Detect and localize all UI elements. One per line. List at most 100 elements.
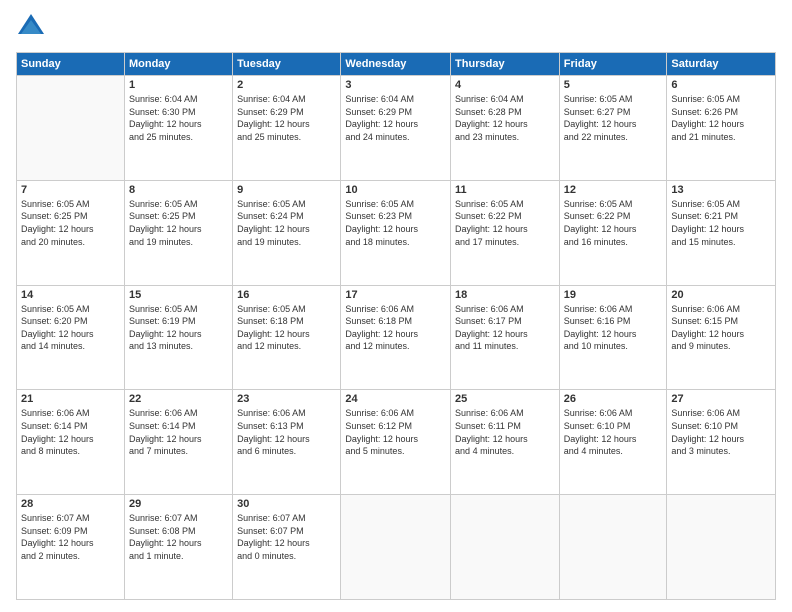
day-number: 13 <box>671 184 771 196</box>
day-number: 17 <box>345 289 446 301</box>
calendar-cell: 29Sunrise: 6:07 AMSunset: 6:08 PMDayligh… <box>124 495 232 600</box>
day-info: Sunrise: 6:06 AMSunset: 6:17 PMDaylight:… <box>455 303 555 353</box>
week-row-2: 7 Sunrise: 6:05 AMSunset: 6:25 PMDaylight… <box>17 180 776 285</box>
day-header-monday: Monday <box>124 53 232 76</box>
day-number: 6 <box>671 79 771 91</box>
day-number: 1 <box>129 79 228 91</box>
day-number: 7 <box>21 184 120 196</box>
day-header-thursday: Thursday <box>451 53 560 76</box>
week-row-4: 21 Sunrise: 6:06 AMSunset: 6:14 PMDayligh… <box>17 390 776 495</box>
page: SundayMondayTuesdayWednesdayThursdayFrid… <box>0 0 792 612</box>
day-info: Sunrise: 6:05 AMSunset: 6:26 PMDaylight:… <box>671 93 771 143</box>
day-number: 14 <box>21 289 120 301</box>
day-number: 23 <box>237 393 336 405</box>
calendar-table: SundayMondayTuesdayWednesdayThursdayFrid… <box>16 52 776 600</box>
day-info: Sunrise: 6:05 AMSunset: 6:25 PMDaylight:… <box>21 198 120 248</box>
day-number: 21 <box>21 393 120 405</box>
day-info: Sunrise: 6:06 AMSunset: 6:13 PMDaylight:… <box>237 407 336 457</box>
day-number: 9 <box>237 184 336 196</box>
day-number: 19 <box>564 289 663 301</box>
day-number: 10 <box>345 184 446 196</box>
day-number: 16 <box>237 289 336 301</box>
day-info: Sunrise: 6:06 AMSunset: 6:10 PMDaylight:… <box>671 407 771 457</box>
calendar-cell: 2 Sunrise: 6:04 AMSunset: 6:29 PMDaylight… <box>233 76 341 181</box>
day-number: 4 <box>455 79 555 91</box>
calendar-cell: 21 Sunrise: 6:06 AMSunset: 6:14 PMDayligh… <box>17 390 125 495</box>
calendar-cell: 16 Sunrise: 6:05 AMSunset: 6:18 PMDayligh… <box>233 285 341 390</box>
day-header-sunday: Sunday <box>17 53 125 76</box>
day-info: Sunrise: 6:04 AMSunset: 6:29 PMDaylight:… <box>237 93 336 143</box>
calendar-cell <box>667 495 776 600</box>
day-info: Sunrise: 6:06 AMSunset: 6:18 PMDaylight:… <box>345 303 446 353</box>
calendar-cell: 6 Sunrise: 6:05 AMSunset: 6:26 PMDaylight… <box>667 76 776 181</box>
calendar-cell: 13 Sunrise: 6:05 AMSunset: 6:21 PMDayligh… <box>667 180 776 285</box>
day-info: Sunrise: 6:04 AMSunset: 6:30 PMDaylight:… <box>129 93 228 143</box>
day-info: Sunrise: 6:05 AMSunset: 6:25 PMDaylight:… <box>129 198 228 248</box>
calendar-cell: 5Sunrise: 6:05 AMSunset: 6:27 PMDaylight… <box>559 76 667 181</box>
week-row-3: 14 Sunrise: 6:05 AMSunset: 6:20 PMDayligh… <box>17 285 776 390</box>
day-info: Sunrise: 6:05 AMSunset: 6:22 PMDaylight:… <box>455 198 555 248</box>
day-info: Sunrise: 6:04 AMSunset: 6:28 PMDaylight:… <box>455 93 555 143</box>
day-info: Sunrise: 6:05 AMSunset: 6:23 PMDaylight:… <box>345 198 446 248</box>
day-number: 29 <box>129 498 228 510</box>
day-number: 22 <box>129 393 228 405</box>
day-info: Sunrise: 6:05 AMSunset: 6:24 PMDaylight:… <box>237 198 336 248</box>
day-info: Sunrise: 6:07 AMSunset: 6:09 PMDaylight:… <box>21 512 120 562</box>
calendar-cell: 12Sunrise: 6:05 AMSunset: 6:22 PMDayligh… <box>559 180 667 285</box>
calendar-cell: 23 Sunrise: 6:06 AMSunset: 6:13 PMDayligh… <box>233 390 341 495</box>
day-number: 20 <box>671 289 771 301</box>
day-info: Sunrise: 6:05 AMSunset: 6:18 PMDaylight:… <box>237 303 336 353</box>
calendar-cell: 4 Sunrise: 6:04 AMSunset: 6:28 PMDaylight… <box>451 76 560 181</box>
calendar-cell: 28 Sunrise: 6:07 AMSunset: 6:09 PMDayligh… <box>17 495 125 600</box>
day-number: 27 <box>671 393 771 405</box>
day-info: Sunrise: 6:06 AMSunset: 6:12 PMDaylight:… <box>345 407 446 457</box>
day-number: 25 <box>455 393 555 405</box>
day-number: 18 <box>455 289 555 301</box>
calendar-cell: 25 Sunrise: 6:06 AMSunset: 6:11 PMDayligh… <box>451 390 560 495</box>
calendar-cell: 19 Sunrise: 6:06 AMSunset: 6:16 PMDayligh… <box>559 285 667 390</box>
calendar-cell: 9 Sunrise: 6:05 AMSunset: 6:24 PMDaylight… <box>233 180 341 285</box>
day-number: 24 <box>345 393 446 405</box>
day-number: 15 <box>129 289 228 301</box>
day-info: Sunrise: 6:06 AMSunset: 6:16 PMDaylight:… <box>564 303 663 353</box>
day-info: Sunrise: 6:05 AMSunset: 6:19 PMDaylight:… <box>129 303 228 353</box>
day-header-friday: Friday <box>559 53 667 76</box>
day-info: Sunrise: 6:07 AMSunset: 6:07 PMDaylight:… <box>237 512 336 562</box>
calendar-cell: 30 Sunrise: 6:07 AMSunset: 6:07 PMDayligh… <box>233 495 341 600</box>
calendar-cell: 1 Sunrise: 6:04 AMSunset: 6:30 PMDaylight… <box>124 76 232 181</box>
calendar-cell: 15 Sunrise: 6:05 AMSunset: 6:19 PMDayligh… <box>124 285 232 390</box>
day-info: Sunrise: 6:06 AMSunset: 6:15 PMDaylight:… <box>671 303 771 353</box>
day-info: Sunrise: 6:05 AMSunset: 6:20 PMDaylight:… <box>21 303 120 353</box>
day-header-tuesday: Tuesday <box>233 53 341 76</box>
calendar-cell <box>341 495 451 600</box>
day-number: 12 <box>564 184 663 196</box>
calendar-cell: 14 Sunrise: 6:05 AMSunset: 6:20 PMDayligh… <box>17 285 125 390</box>
day-info: Sunrise: 6:06 AMSunset: 6:14 PMDaylight:… <box>21 407 120 457</box>
day-number: 8 <box>129 184 228 196</box>
day-number: 5 <box>564 79 663 91</box>
day-number: 30 <box>237 498 336 510</box>
calendar-cell: 20 Sunrise: 6:06 AMSunset: 6:15 PMDayligh… <box>667 285 776 390</box>
calendar-cell: 26 Sunrise: 6:06 AMSunset: 6:10 PMDayligh… <box>559 390 667 495</box>
calendar-cell <box>451 495 560 600</box>
calendar-cell: 7 Sunrise: 6:05 AMSunset: 6:25 PMDaylight… <box>17 180 125 285</box>
day-number: 26 <box>564 393 663 405</box>
day-info: Sunrise: 6:06 AMSunset: 6:10 PMDaylight:… <box>564 407 663 457</box>
day-header-saturday: Saturday <box>667 53 776 76</box>
calendar-body: 1 Sunrise: 6:04 AMSunset: 6:30 PMDaylight… <box>17 76 776 600</box>
calendar-cell: 10 Sunrise: 6:05 AMSunset: 6:23 PMDayligh… <box>341 180 451 285</box>
week-row-5: 28 Sunrise: 6:07 AMSunset: 6:09 PMDayligh… <box>17 495 776 600</box>
logo-icon <box>16 12 46 42</box>
calendar-cell: 11Sunrise: 6:05 AMSunset: 6:22 PMDayligh… <box>451 180 560 285</box>
calendar-cell: 27 Sunrise: 6:06 AMSunset: 6:10 PMDayligh… <box>667 390 776 495</box>
calendar-cell <box>17 76 125 181</box>
day-number: 2 <box>237 79 336 91</box>
calendar-cell: 18 Sunrise: 6:06 AMSunset: 6:17 PMDayligh… <box>451 285 560 390</box>
week-row-1: 1 Sunrise: 6:04 AMSunset: 6:30 PMDaylight… <box>17 76 776 181</box>
calendar-cell: 24 Sunrise: 6:06 AMSunset: 6:12 PMDayligh… <box>341 390 451 495</box>
header <box>16 12 776 42</box>
logo <box>16 12 50 42</box>
day-info: Sunrise: 6:05 AMSunset: 6:21 PMDaylight:… <box>671 198 771 248</box>
day-number: 28 <box>21 498 120 510</box>
day-info: Sunrise: 6:06 AMSunset: 6:11 PMDaylight:… <box>455 407 555 457</box>
